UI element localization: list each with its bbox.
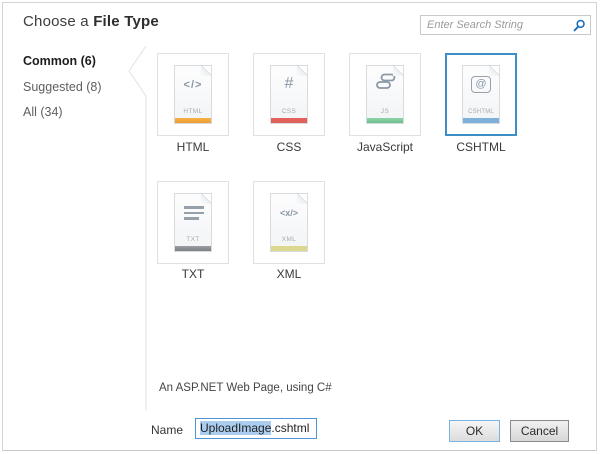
code-brackets-glyph: </> <box>175 79 211 91</box>
tile-label-cshtml: CSHTML <box>433 140 529 154</box>
page-fold <box>201 65 212 76</box>
page-fold <box>297 65 308 76</box>
filetype-tile-cshtml[interactable]: @ CSHTML <box>445 53 517 136</box>
file-icon-colorbar <box>271 246 307 251</box>
at-sign-glyph: @ <box>463 74 499 93</box>
selected-category-pointer <box>123 43 153 415</box>
cancel-button[interactable]: Cancel <box>510 420 569 442</box>
name-label: Name <box>151 423 183 437</box>
file-icon-badge: CSHTML <box>463 109 499 115</box>
text-lines-icon <box>184 206 204 223</box>
tile-label-css: CSS <box>241 140 337 154</box>
search-box <box>420 15 591 35</box>
javascript-file-icon: JS <box>366 65 404 124</box>
ok-button[interactable]: OK <box>449 420 500 442</box>
cshtml-file-icon: @ CSHTML <box>462 65 500 124</box>
filetype-tile-html[interactable]: </> HTML <box>157 53 229 136</box>
filename-selected-text: UploadImage <box>200 421 271 435</box>
filetype-description: An ASP.NET Web Page, using C# <box>159 382 332 394</box>
css-file-icon: # CSS <box>270 65 308 124</box>
xml-brackets-glyph: <x/> <box>271 208 307 218</box>
choose-file-type-dialog: Choose a File Type Common (6) Suggested … <box>2 2 597 451</box>
sidebar-item-all[interactable]: All (34) <box>23 105 63 119</box>
tile-label-txt: TXT <box>145 267 241 281</box>
page-fold <box>297 193 308 204</box>
sidebar-item-suggested[interactable]: Suggested (8) <box>23 80 102 94</box>
txt-file-icon: TXT <box>174 193 212 252</box>
file-icon-badge: HTML <box>175 108 211 115</box>
filetype-tile-css[interactable]: # CSS <box>253 53 325 136</box>
file-icon-colorbar <box>367 118 403 123</box>
page-title: Choose a File Type <box>23 13 159 30</box>
file-icon-badge: XML <box>271 236 307 243</box>
page-fold <box>489 65 500 76</box>
search-icon[interactable] <box>573 19 586 32</box>
xml-file-icon: <x/> XML <box>270 193 308 252</box>
tile-label-xml: XML <box>241 267 337 281</box>
script-stack-icon <box>374 73 398 93</box>
title-emphasis: File Type <box>93 13 159 30</box>
title-prefix: Choose a <box>23 13 93 30</box>
html-file-icon: </> HTML <box>174 65 212 124</box>
filetype-tile-javascript[interactable]: JS <box>349 53 421 136</box>
file-icon-badge: CSS <box>271 108 307 115</box>
filename-extension-text: .cshtml <box>271 421 309 435</box>
filetype-tile-xml[interactable]: <x/> XML <box>253 181 325 264</box>
search-input[interactable] <box>421 16 590 34</box>
file-icon-badge: JS <box>367 108 403 115</box>
screen: Choose a File Type Common (6) Suggested … <box>0 0 600 454</box>
file-icon-colorbar <box>271 118 307 123</box>
sidebar-item-common[interactable]: Common (6) <box>23 54 96 68</box>
file-icon-colorbar <box>463 118 499 123</box>
page-fold <box>201 193 212 204</box>
filename-input[interactable]: UploadImage.cshtml <box>195 418 317 439</box>
tile-label-javascript: JavaScript <box>337 140 433 154</box>
hash-glyph: # <box>271 75 307 93</box>
tile-label-html: HTML <box>145 140 241 154</box>
file-icon-colorbar <box>175 118 211 123</box>
filetype-tile-txt[interactable]: TXT <box>157 181 229 264</box>
at-sign-box: @ <box>471 76 490 93</box>
page-fold <box>393 65 404 76</box>
file-icon-colorbar <box>175 246 211 251</box>
file-icon-badge: TXT <box>175 236 211 243</box>
